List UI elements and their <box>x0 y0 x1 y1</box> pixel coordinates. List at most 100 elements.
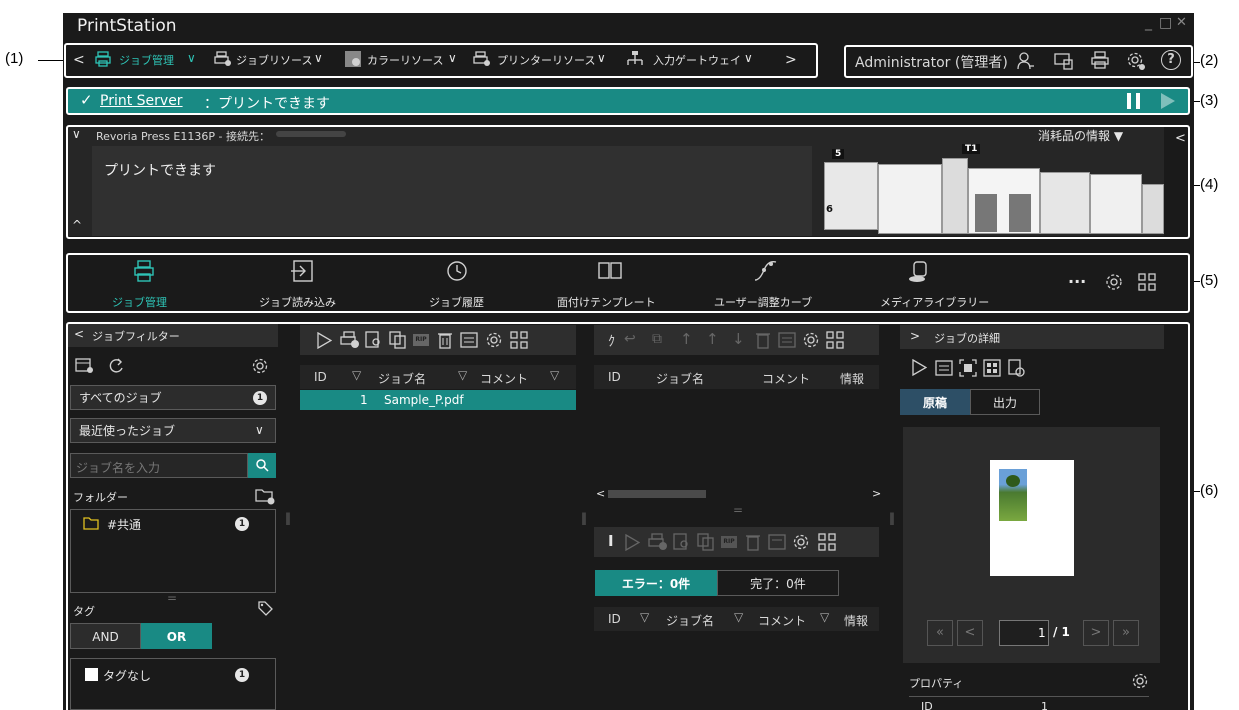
filter-icon[interactable]: ▽ <box>734 610 743 624</box>
settings-gear-icon[interactable] <box>485 331 503 349</box>
toolbar-job-import[interactable]: ジョブ読み込み <box>248 260 358 309</box>
sort-icon[interactable]: ｸ <box>608 331 615 351</box>
settings-gear-icon[interactable] <box>251 357 269 375</box>
page-number-input[interactable]: 1 <box>999 620 1049 646</box>
play-icon[interactable] <box>911 359 927 376</box>
grid-icon[interactable] <box>826 331 844 349</box>
queue-scrollbar[interactable]: < > <box>594 487 881 501</box>
view-settings-icon[interactable] <box>1007 359 1025 377</box>
collapse-icon[interactable]: ^ <box>72 218 82 232</box>
maximize-button[interactable]: □ <box>1159 15 1172 31</box>
col-comment[interactable]: コメント <box>762 370 810 387</box>
col-comment[interactable]: コメント <box>480 370 528 387</box>
col-comment[interactable]: コメント <box>758 612 806 629</box>
properties-icon[interactable] <box>768 533 786 551</box>
nav-left-arrow[interactable]: < <box>73 52 85 68</box>
all-jobs-item[interactable]: すべてのジョブ 1 <box>70 385 276 410</box>
copy-icon[interactable] <box>696 533 716 551</box>
undo-icon[interactable]: ↩ <box>624 331 636 347</box>
print-hold-icon[interactable] <box>340 331 360 349</box>
col-id[interactable]: ID <box>608 612 621 626</box>
nav-right-arrow[interactable]: > <box>785 52 797 68</box>
chevron-right-icon[interactable]: > <box>910 329 920 343</box>
filter-icon[interactable]: ▽ <box>550 368 559 382</box>
pause-icon[interactable] <box>1127 93 1141 109</box>
settings-gear-icon[interactable] <box>802 331 820 349</box>
copy-icon[interactable]: ⧉ <box>652 331 662 347</box>
play-icon[interactable] <box>1161 93 1175 109</box>
no-tag-item[interactable]: タグなし 1 <box>71 663 275 685</box>
filter-icon[interactable]: ▽ <box>640 610 649 624</box>
toolbar-media-library[interactable]: メディアライブラリー <box>850 260 990 309</box>
rip-icon[interactable]: RIP <box>721 536 737 548</box>
play-icon[interactable] <box>316 332 332 349</box>
col-id[interactable]: ID <box>314 370 327 384</box>
no-tag-checkbox[interactable] <box>85 668 98 681</box>
col-job-name[interactable]: ジョブ名 <box>666 612 714 629</box>
properties-icon[interactable] <box>935 359 953 377</box>
properties-icon[interactable] <box>460 331 478 349</box>
move-top-icon[interactable]: ↑ <box>680 330 693 348</box>
user-name[interactable]: Administrator (管理者) <box>855 52 1008 72</box>
tab-original[interactable]: 原稿 <box>900 389 970 415</box>
col-job-name[interactable]: ジョブ名 <box>656 370 704 387</box>
chevron-left-icon[interactable]: < <box>74 327 84 341</box>
grid-icon[interactable] <box>818 533 836 551</box>
grid-icon[interactable] <box>1138 273 1156 291</box>
trash-icon[interactable] <box>744 533 762 551</box>
minimize-button[interactable]: _ <box>1145 15 1152 31</box>
toolbar-job-history[interactable]: ジョブ履歴 <box>408 260 508 309</box>
printer-icon[interactable] <box>1091 51 1109 69</box>
rip-icon[interactable]: RIP <box>413 334 429 346</box>
close-button[interactable]: ✕ <box>1176 15 1187 30</box>
tab-done[interactable]: 完了：0件 <box>717 570 839 596</box>
splitter-handle[interactable]: = <box>167 591 177 605</box>
side-collapse-arrow[interactable]: < <box>1175 131 1186 146</box>
toolbar-user-curve[interactable]: ユーザー調整カーブ <box>696 260 836 309</box>
settings-gear-icon[interactable] <box>1126 51 1146 71</box>
filter-icon[interactable]: ▽ <box>820 610 829 624</box>
tag-and-button[interactable]: AND <box>70 623 141 649</box>
filter-icon[interactable]: ▽ <box>352 368 361 382</box>
add-folder-icon[interactable] <box>255 487 275 505</box>
vertical-splitter[interactable]: ‖ <box>285 511 291 525</box>
fit-icon[interactable] <box>959 359 977 377</box>
thumbnail-icon[interactable] <box>983 359 1001 377</box>
copy-icon[interactable] <box>388 331 408 349</box>
tab-output[interactable]: 出力 <box>970 389 1040 415</box>
folder-item[interactable]: #共通 1 <box>71 512 275 534</box>
trash-icon[interactable] <box>436 331 454 349</box>
trash-icon[interactable] <box>754 331 772 349</box>
move-up-icon[interactable]: ↑ <box>706 330 719 348</box>
text-cursor-icon[interactable]: I <box>608 532 614 550</box>
page-thumbnail[interactable] <box>990 460 1074 576</box>
play-icon[interactable] <box>624 534 640 551</box>
tag-icon[interactable] <box>257 600 273 616</box>
more-options-icon[interactable]: ··· <box>1068 272 1086 291</box>
settings-gear-icon[interactable] <box>792 533 810 551</box>
col-id[interactable]: ID <box>608 370 621 384</box>
settings-gear-icon[interactable] <box>1104 272 1124 292</box>
help-icon[interactable]: ? <box>1161 50 1181 70</box>
job-search-input[interactable]: ジョブ名を入力 <box>70 453 248 478</box>
grid-icon[interactable] <box>510 331 528 349</box>
toolbar-job-management[interactable]: ジョブ管理 <box>98 260 188 309</box>
toolbar-imposition-template[interactable]: 面付けテンプレート <box>544 260 674 309</box>
prev-page-button[interactable]: < <box>957 620 983 646</box>
print-hold-icon[interactable] <box>648 533 668 551</box>
vertical-splitter[interactable]: ‖ <box>581 511 587 525</box>
tag-or-button[interactable]: OR <box>141 623 212 649</box>
recent-jobs-select[interactable]: 最近使ったジョブ ∨ <box>70 418 276 443</box>
last-page-button[interactable]: » <box>1113 620 1139 646</box>
device-icon[interactable] <box>1054 52 1074 70</box>
settings-gear-icon[interactable] <box>1131 672 1149 690</box>
supplies-info-button[interactable]: 消耗品の情報 ▼ <box>1038 127 1123 144</box>
properties-icon[interactable] <box>778 331 796 349</box>
search-button[interactable] <box>248 453 276 478</box>
table-row[interactable]: 1 Sample_P.pdf <box>300 390 576 410</box>
col-info[interactable]: 情報 <box>844 612 868 629</box>
filter-settings-icon[interactable] <box>75 357 95 375</box>
tab-error[interactable]: エラー：0件 <box>595 570 717 596</box>
refresh-icon[interactable] <box>107 357 125 375</box>
server-link[interactable]: Print Server <box>100 93 183 109</box>
